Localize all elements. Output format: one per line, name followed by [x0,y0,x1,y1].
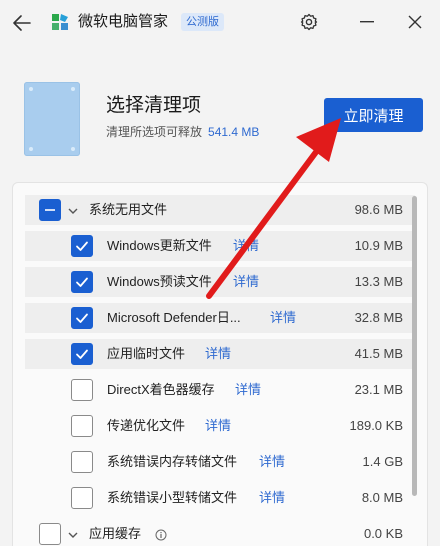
back-arrow-icon[interactable] [8,9,36,37]
item-size: 0.0 KB [363,526,403,541]
list-item[interactable]: 应用临时文件 详情 41.5 MB [25,339,415,369]
gear-icon[interactable] [298,11,320,33]
item-label: 应用缓存 [89,526,142,541]
item-size: 1.4 GB [362,454,403,469]
checkbox[interactable] [71,343,93,365]
freeable-summary: 清理所选项可释放 541.4 MB [106,124,259,140]
beta-badge: 公测版 [181,13,224,31]
checkbox[interactable] [39,199,61,221]
close-icon[interactable] [404,11,426,33]
checkbox[interactable] [71,271,93,293]
item-label: 系统错误小型转储文件 [107,490,238,505]
cleanup-list-panel: 系统无用文件 98.6 MB Windows更新文件 详情 10.9 MB Windows… [12,182,428,546]
detail-link[interactable]: 详情 [205,411,231,441]
item-label: Windows更新文件 [107,238,212,253]
freeable-label: 清理所选项可释放 [106,125,203,139]
item-label: 传递优化文件 [107,418,186,433]
list-item[interactable]: DirectX着色器缓存 详情 23.1 MB [25,375,415,405]
item-size: 41.5 MB [354,346,403,361]
page-title: 选择清理项 [106,95,202,116]
checkbox[interactable] [71,307,93,329]
item-size: 10.9 MB [354,238,403,253]
list-item[interactable]: Microsoft Defender日... 详情 32.8 MB [25,303,415,333]
checkbox[interactable] [71,487,93,509]
freeable-size: 541.4 MB [208,125,260,139]
detail-link[interactable]: 详情 [259,483,285,513]
detail-link[interactable]: 详情 [270,303,296,333]
checkbox[interactable] [71,235,93,257]
list-item[interactable]: 系统错误内存转储文件 详情 1.4 GB [25,447,415,477]
item-size: 13.3 MB [354,274,403,289]
app-title: 微软电脑管家 [78,13,169,30]
checkbox[interactable] [71,379,93,401]
info-icon[interactable] [155,528,167,541]
checkbox[interactable] [71,451,93,473]
detail-link[interactable]: 详情 [233,231,259,261]
title-bar: 微软电脑管家 公测版 [0,0,440,46]
item-size: 98.6 MB [354,202,403,217]
checkbox[interactable] [39,523,61,545]
detail-link[interactable]: 详情 [205,339,231,369]
minimize-icon[interactable] [356,11,378,33]
item-label: 应用临时文件 [107,346,186,361]
group-row[interactable]: 应用缓存 0.0 KB [25,519,415,546]
group-row[interactable]: 系统无用文件 98.6 MB [25,195,415,225]
item-label: 系统错误内存转储文件 [107,454,238,469]
chevron-down-icon[interactable] [67,204,79,216]
list-item[interactable]: Windows更新文件 详情 10.9 MB [25,231,415,261]
chevron-down-icon[interactable] [67,528,79,540]
list-item[interactable]: Windows预读文件 详情 13.3 MB [25,267,415,297]
item-size: 8.0 MB [361,490,403,505]
item-size: 23.1 MB [354,382,403,397]
detail-link[interactable]: 详情 [235,375,261,405]
item-label: Windows预读文件 [107,274,212,289]
detail-link[interactable]: 详情 [233,267,259,297]
checkbox[interactable] [71,415,93,437]
disk-illustration-icon [24,82,80,156]
list-scrollbar[interactable] [412,196,417,496]
app-logo-icon [50,12,70,32]
detail-link[interactable]: 详情 [259,447,285,477]
clean-now-button[interactable]: 立即清理 [324,98,423,132]
list-item[interactable]: 系统错误小型转储文件 详情 8.0 MB [25,483,415,513]
item-label: DirectX着色器缓存 [107,382,215,397]
item-label: 系统无用文件 [89,202,168,217]
item-label: Microsoft Defender日... [107,310,241,325]
list-item[interactable]: 传递优化文件 详情 189.0 KB [25,411,415,441]
item-size: 32.8 MB [354,310,403,325]
item-size: 189.0 KB [349,418,404,433]
